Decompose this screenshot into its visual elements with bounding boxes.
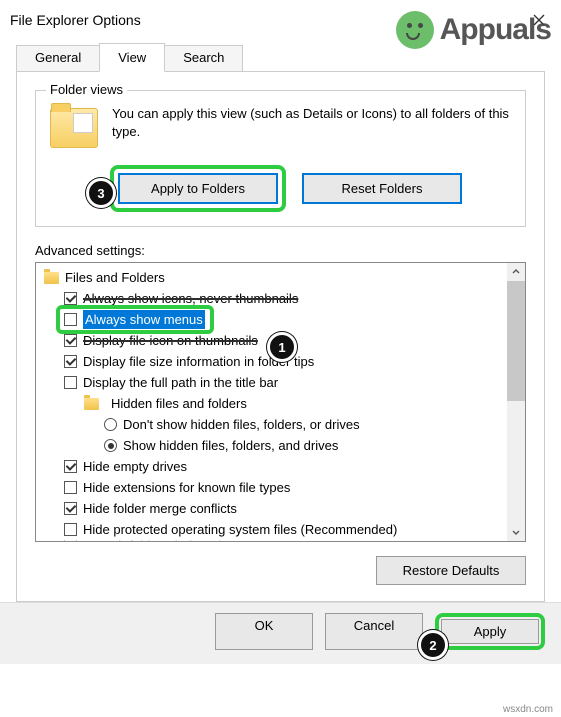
folder-icon — [84, 398, 99, 410]
tree-item[interactable]: Display the full path in the title bar — [36, 372, 507, 393]
item-label: Don't show hidden files, folders, or dri… — [123, 415, 360, 434]
item-label: Show hidden files, folders, and drives — [123, 436, 338, 455]
tree-item[interactable]: Always show menus — [36, 309, 507, 330]
checkbox[interactable] — [64, 313, 77, 326]
button-label: Apply — [474, 624, 507, 639]
checkbox[interactable] — [64, 540, 77, 541]
item-label: Launch folder windows in a separate proc… — [83, 540, 343, 541]
checkbox[interactable] — [64, 460, 77, 473]
tree-item[interactable]: Always show icons, never thumbnails — [36, 288, 507, 309]
tree-item[interactable]: Hide folder merge conflicts — [36, 498, 507, 519]
button-label: Apply to Folders — [151, 181, 245, 196]
tree-folder: Hidden files and folders — [36, 393, 507, 414]
close-button[interactable] — [527, 8, 551, 32]
item-label: Hide empty drives — [83, 457, 187, 476]
advanced-settings-label: Advanced settings: — [35, 243, 526, 258]
tree-item[interactable]: Hide extensions for known file types — [36, 477, 507, 498]
tab-search[interactable]: Search — [164, 45, 243, 74]
folder-views-group: Folder views You can apply this view (su… — [35, 90, 526, 227]
scroll-track[interactable] — [507, 401, 525, 523]
close-icon — [533, 14, 545, 26]
tree-item[interactable]: Don't show hidden files, folders, or dri… — [36, 414, 507, 435]
button-label: Reset Folders — [342, 181, 423, 196]
folder-icon — [44, 272, 59, 284]
chevron-up-icon — [512, 268, 520, 276]
scroll-thumb[interactable] — [507, 281, 525, 401]
reset-folders-button[interactable]: Reset Folders — [302, 173, 462, 204]
item-label: Display file icon on thumbnails — [83, 331, 258, 350]
button-label: OK — [255, 618, 274, 633]
scrollbar[interactable] — [507, 263, 525, 541]
checkbox[interactable] — [64, 523, 77, 536]
folder-view-icon — [50, 105, 98, 153]
source-url: wsxdn.com — [503, 704, 553, 715]
tree-item[interactable]: Show hidden files, folders, and drives — [36, 435, 507, 456]
radio[interactable] — [104, 418, 117, 431]
item-label: Always show icons, never thumbnails — [83, 289, 298, 308]
annotation-callout-2: 2 — [418, 630, 448, 660]
annotation-callout-1: 1 — [267, 332, 297, 362]
annotation-callout-3: 3 — [86, 178, 116, 208]
radio[interactable] — [104, 439, 117, 452]
tab-general[interactable]: General — [16, 45, 100, 74]
annotation-highlight: Apply to Folders — [110, 165, 286, 212]
apply-button[interactable]: Apply — [441, 619, 539, 644]
item-label: Hidden files and folders — [111, 394, 247, 413]
cancel-button[interactable]: Cancel — [325, 613, 423, 650]
folder-views-description: You can apply this view (such as Details… — [112, 105, 511, 153]
item-label: Always show menus — [83, 310, 205, 329]
ok-button[interactable]: OK — [215, 613, 313, 650]
item-label: Hide folder merge conflicts — [83, 499, 237, 518]
titlebar: File Explorer Options — [0, 0, 561, 36]
tree-item[interactable]: Hide protected operating system files (R… — [36, 519, 507, 540]
item-label: Hide protected operating system files (R… — [83, 520, 397, 539]
tree-item[interactable]: Launch folder windows in a separate proc… — [36, 540, 507, 541]
checkbox[interactable] — [64, 481, 77, 494]
annotation-highlight: Apply — [435, 613, 545, 650]
button-label: Restore Defaults — [403, 563, 500, 578]
item-label: Display the full path in the title bar — [83, 373, 278, 392]
tab-label: General — [35, 50, 81, 65]
checkbox[interactable] — [64, 292, 77, 305]
tab-label: View — [118, 50, 146, 65]
checkbox[interactable] — [64, 355, 77, 368]
item-label: Hide extensions for known file types — [83, 478, 290, 497]
restore-defaults-button[interactable]: Restore Defaults — [376, 556, 526, 585]
advanced-settings-listbox: Files and Folders Always show icons, nev… — [35, 262, 526, 542]
window-title: File Explorer Options — [10, 12, 141, 28]
scroll-down-button[interactable] — [507, 523, 525, 541]
dialog-button-row: OK Cancel Apply — [0, 602, 561, 664]
group-legend: Folder views — [46, 82, 127, 97]
tree-item[interactable]: Hide empty drives — [36, 456, 507, 477]
tree-root-label: Files and Folders — [65, 268, 165, 287]
tree-root: Files and Folders — [36, 267, 507, 288]
checkbox[interactable] — [64, 334, 77, 347]
file-explorer-options-dialog: File Explorer Options Appuals General Vi… — [0, 0, 561, 717]
checkbox[interactable] — [64, 502, 77, 515]
tab-strip: General View Search — [0, 36, 561, 71]
checkbox[interactable] — [64, 376, 77, 389]
apply-to-folders-button[interactable]: Apply to Folders — [118, 173, 278, 204]
tab-view[interactable]: View — [99, 43, 165, 72]
button-label: Cancel — [354, 618, 394, 633]
scroll-up-button[interactable] — [507, 263, 525, 281]
tab-label: Search — [183, 50, 224, 65]
chevron-down-icon — [512, 528, 520, 536]
